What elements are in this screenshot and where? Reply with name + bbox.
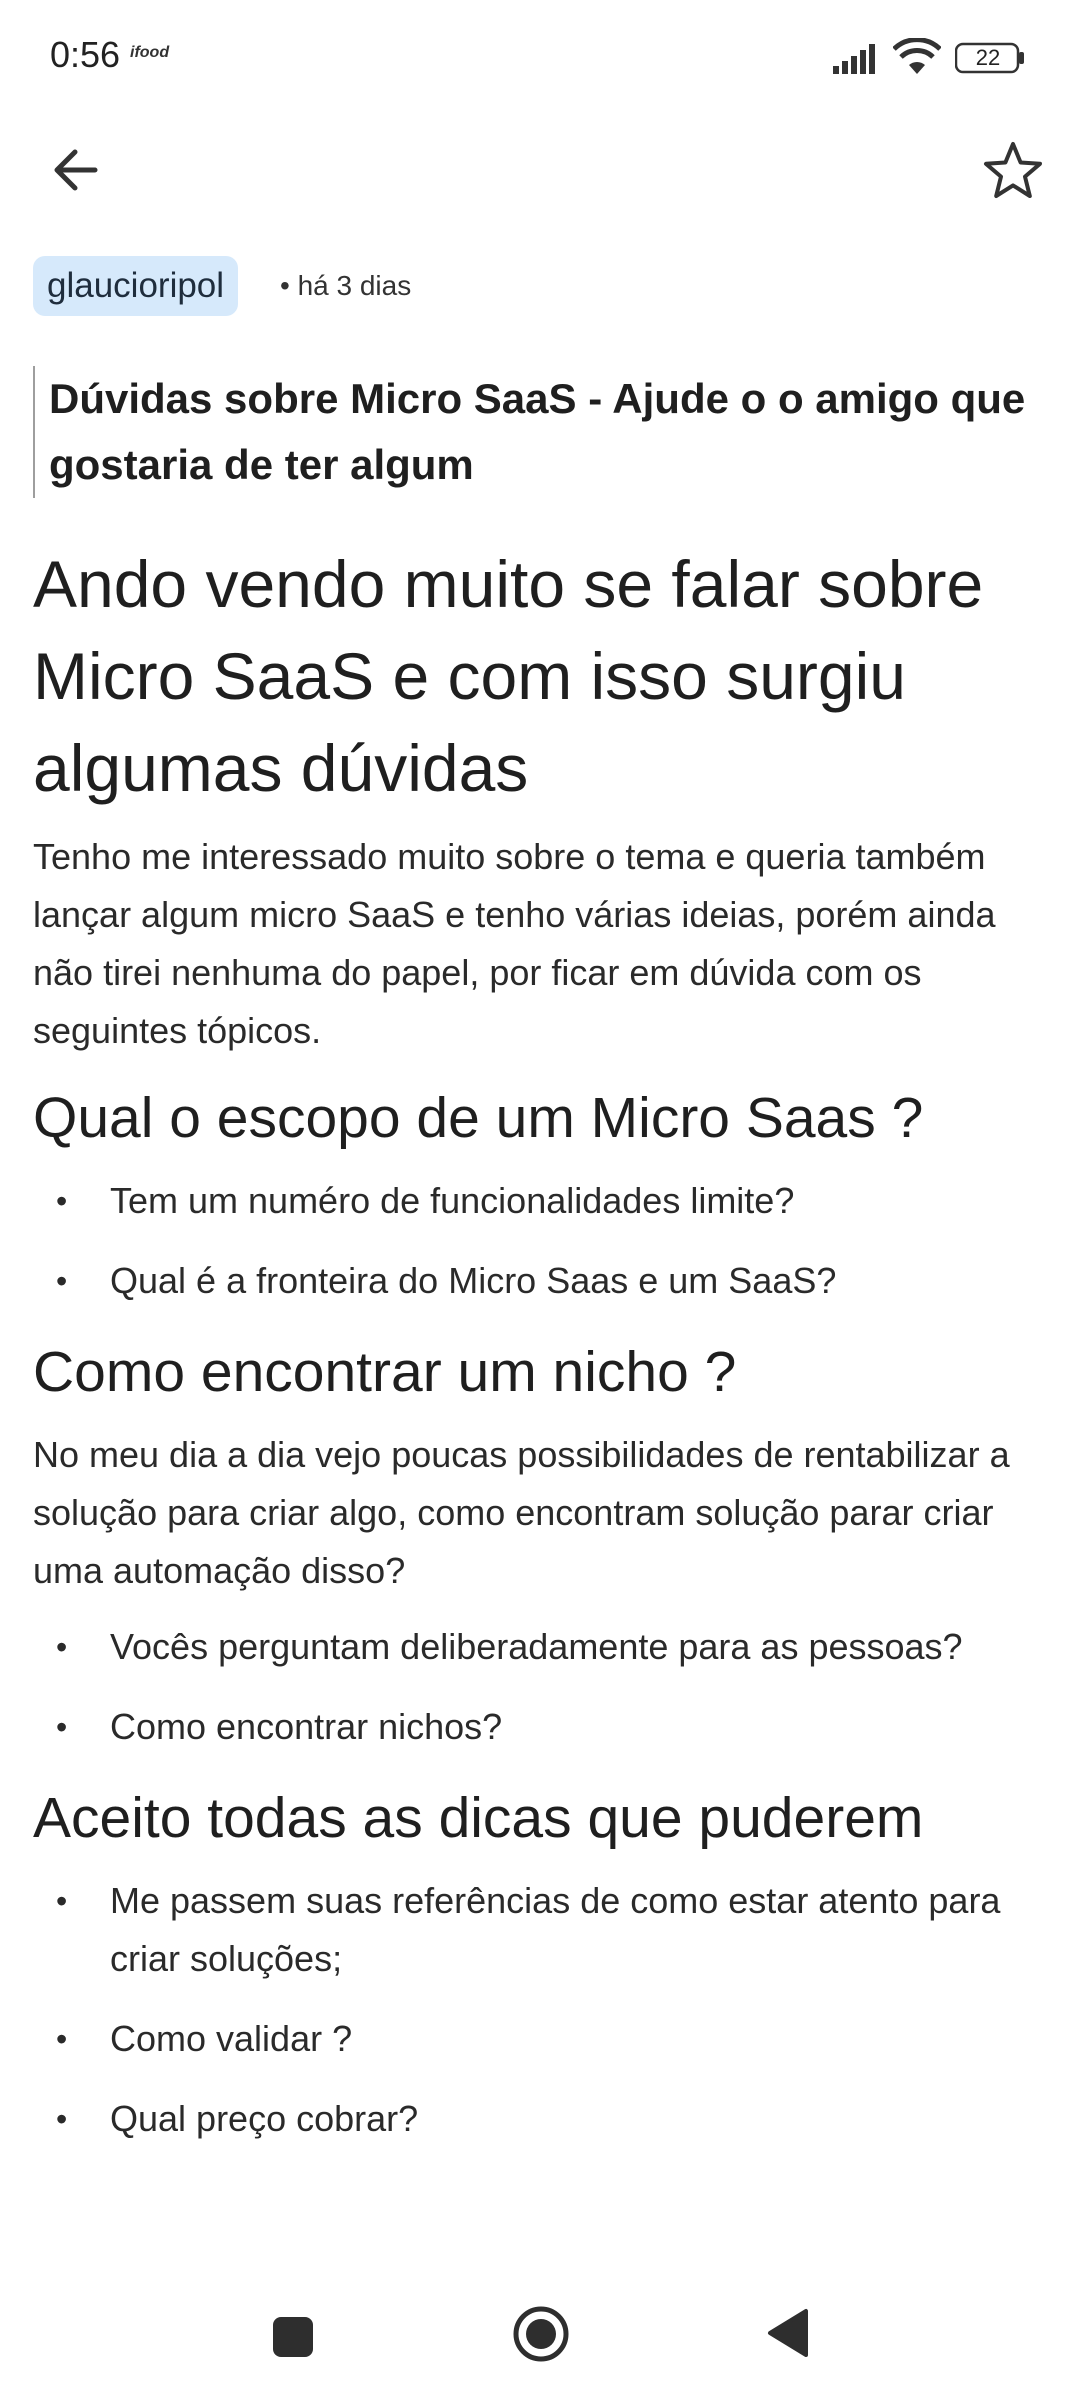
battery-level: 22 [975,45,1001,70]
bullet-list: Me passem suas referências de como estar… [33,1872,1043,2148]
circle-home-icon[interactable] [512,2305,570,2363]
status-time: 0:56 [50,34,121,75]
bullet-list: Vocês perguntam deliberadamente para as … [33,1618,1043,1756]
post-title-block: Dúvidas sobre Micro SaaS - Ajude o o ami… [33,366,1049,498]
star-outline-icon[interactable] [980,138,1046,204]
ifood-notification-icon: ifood [130,44,170,61]
section-title: Qual o escopo de um Micro Saas ? [33,1086,924,1150]
list-item: Qual é a fronteira do Micro Saas e um Sa… [33,1252,1043,1310]
section-text: No meu dia a dia vejo poucas possibilida… [33,1434,1010,1591]
list-item: Tem um numéro de funcionalidades limite? [33,1172,1043,1230]
list-item: Como validar ? [33,2010,1043,2068]
post-title: Dúvidas sobre Micro SaaS - Ajude o o ami… [49,375,1026,488]
arrow-left-icon[interactable] [45,138,109,202]
list-item: Me passem suas referências de como estar… [33,1872,1043,1988]
bullet-list: Tem um numéro de funcionalidades limite?… [33,1172,1043,1310]
status-bar: 0:56 ifood 22 [0,0,1080,110]
post-heading: Ando vendo muito se falar sobre Micro Sa… [33,547,984,805]
square-icon[interactable] [273,2317,313,2357]
list-item: Qual preço cobrar? [33,2090,1043,2148]
post-intro: Tenho me interessado muito sobre o tema … [33,836,996,1051]
triangle-back-icon[interactable] [764,2307,810,2359]
post-body: Ando vendo muito se falar sobre Micro Sa… [33,538,1043,2170]
wifi-icon [893,38,941,74]
list-item: Vocês perguntam deliberadamente para as … [33,1618,1043,1676]
section-title: Aceito todas as dicas que puderem [33,1786,924,1850]
author-chip[interactable]: glaucioripol [33,256,239,316]
section-title: Como encontrar um nicho ? [33,1340,737,1404]
signal-icon [833,44,875,74]
list-item: Como encontrar nichos? [33,1698,1043,1756]
post-age: • há 3 dias [280,270,412,301]
